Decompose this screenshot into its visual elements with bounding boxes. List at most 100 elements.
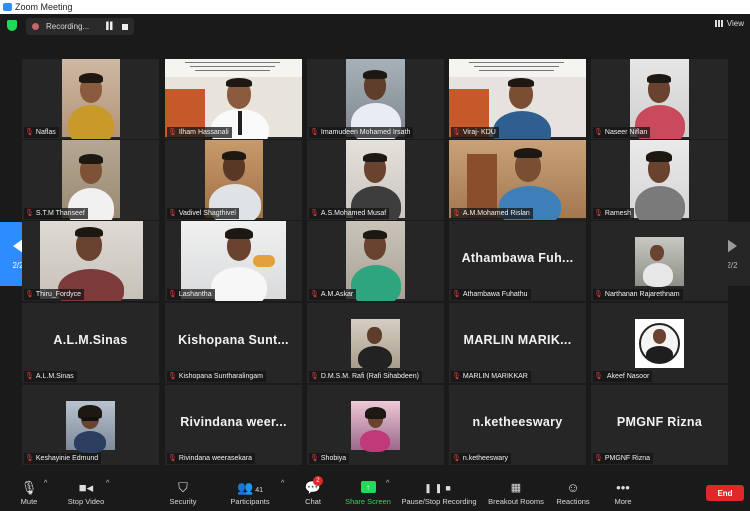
end-meeting-button[interactable]: End <box>706 485 744 501</box>
pause-recording-icon[interactable]: ▌▌ <box>106 23 115 30</box>
breakout-rooms-grid-icon: ▦ <box>510 482 522 494</box>
security-shield-icon[interactable] <box>7 20 17 31</box>
participant-tile[interactable]: 🎙 Vadivel Shagthivel <box>165 140 302 220</box>
muted-mic-icon: 🎙 <box>168 129 177 136</box>
participant-tile[interactable]: PMGNF Rizna 🎙 PMGNF Rizna <box>591 385 728 465</box>
page-indicator-right: 2/2 <box>726 260 738 270</box>
participant-name: Lashantha <box>178 291 212 298</box>
participant-name-tag: 🎙 Shobiya <box>309 453 350 464</box>
share-options-caret-icon[interactable]: ^ <box>386 480 389 487</box>
participant-tile[interactable]: 🎙 Narthanan Rajarethnam <box>591 221 728 301</box>
muted-mic-icon: 🎙 <box>168 455 177 462</box>
participants-button[interactable]: 👥 41 Participants <box>225 466 275 511</box>
participant-video <box>635 319 684 368</box>
participant-name-tag: 🎙 Naflas <box>24 127 59 138</box>
participant-tile[interactable]: 🎙 A.M.Mohamed Rislan <box>449 140 586 220</box>
chat-bubble-icon: 💬 2 <box>304 476 323 495</box>
participant-name-tag: 🎙 Kishopana Suntharalingam <box>167 371 266 382</box>
muted-mic-icon: 🎙 <box>594 291 603 298</box>
participant-tile[interactable]: 🎙 Viraj- KDU <box>449 59 586 139</box>
participant-tile[interactable]: 🎙 Keshayinie Edmund <box>22 385 159 465</box>
participant-video <box>449 59 586 139</box>
participant-name-tag: 🎙 Athambawa Fuhathu <box>451 289 531 300</box>
mute-label: Mute <box>20 497 38 506</box>
participant-tile[interactable]: 🎙 D.M.S.M. Rafi (Rafi Sihabdeen) <box>307 303 444 383</box>
audio-options-caret-icon[interactable]: ^ <box>44 480 47 487</box>
security-button[interactable]: ⛉ Security <box>164 466 202 511</box>
participant-count: 41 <box>255 487 263 494</box>
participant-name: Imamudeen Mohamed Irsath <box>320 129 411 136</box>
participant-name-tag: 🎙 MARLIN MARIKKAR <box>451 371 531 382</box>
participant-name: Ramesh <box>604 210 631 217</box>
participant-video <box>635 237 684 287</box>
more-button[interactable]: ••• More <box>610 466 636 511</box>
participant-video <box>449 140 586 220</box>
participant-tile[interactable]: n.ketheeswary 🎙 n.ketheeswary <box>449 385 586 465</box>
muted-mic-icon: 🎙 <box>452 455 461 462</box>
mute-button[interactable]: 🎙 Mute <box>14 466 44 511</box>
muted-mic-icon: 🎙 <box>310 373 319 380</box>
participant-tile[interactable]: 🎙 Thiru_Fordyce <box>22 221 159 301</box>
participant-tile[interactable]: 🎙 Lashantha <box>165 221 302 301</box>
pause-stop-recording-button[interactable]: ❚❚■ Pause/Stop Recording <box>401 466 477 511</box>
muted-mic-icon: 🎙 <box>452 129 461 136</box>
stop-video-button[interactable]: ■◂ Stop Video <box>62 466 110 511</box>
participant-video <box>351 401 400 452</box>
participant-name: PMGNF Rizna <box>604 455 651 462</box>
participant-video <box>165 59 302 139</box>
participant-video <box>66 401 115 453</box>
view-button[interactable]: View <box>714 19 744 28</box>
chat-button[interactable]: 💬 2 Chat <box>300 466 326 511</box>
participant-name-tag: 🎙 Naseer Niflan <box>593 127 651 138</box>
participant-name-tag: 🎙 Akeef Nasoor <box>593 371 653 382</box>
video-options-caret-icon[interactable]: ^ <box>106 480 109 487</box>
participant-tile[interactable]: Rivindana weer... 🎙 Rivindana weerasekara <box>165 385 302 465</box>
participant-name-tag: 🎙 A.S.Mohamed Musaf <box>309 208 390 219</box>
pause-stop-icon: ❚❚■ <box>424 483 454 493</box>
breakout-rooms-button[interactable]: ▦ Breakout Rooms <box>487 466 545 511</box>
stop-recording-icon[interactable] <box>122 23 128 30</box>
window-titlebar: Zoom Meeting <box>0 0 750 14</box>
participant-video <box>346 221 405 301</box>
participant-name: D.M.S.M. Rafi (Rafi Sihabdeen) <box>320 373 419 380</box>
share-screen-arrow-icon: ↑ <box>360 481 376 493</box>
participant-tile[interactable]: 🎙 Ilham Hassanali <box>165 59 302 139</box>
view-label: View <box>726 19 744 28</box>
muted-mic-icon: 🎙 <box>25 291 34 298</box>
participant-name-placeholder: PMGNF Rizna <box>616 415 703 429</box>
participant-tile[interactable]: 🎙 A.S.Mohamed Musaf <box>307 140 444 220</box>
participant-name: Rivindana weerasekara <box>178 455 253 462</box>
participant-video <box>630 140 689 220</box>
participant-tile[interactable]: 🎙 Naflas <box>22 59 159 139</box>
participant-tile[interactable]: Athambawa Fuh... 🎙 Athambawa Fuhathu <box>449 221 586 301</box>
muted-mic-icon: 🎙 <box>452 291 461 298</box>
participant-tile[interactable]: 🎙 Akeef Nasoor <box>591 303 728 383</box>
participant-name-tag: 🎙 A.M.Mohamed Rislan <box>451 208 533 219</box>
participant-name-tag: 🎙 Lashantha <box>167 289 215 300</box>
participant-tile[interactable]: Kishopana Sunt... 🎙 Kishopana Suntharalin… <box>165 303 302 383</box>
participant-name: Vadivel Shagthivel <box>178 210 236 217</box>
participant-name-tag: 🎙 Narthanan Rajarethnam <box>593 289 683 300</box>
recording-label: Recording... <box>46 22 90 31</box>
participant-name-placeholder: Rivindana weer... <box>180 415 287 429</box>
more-label: More <box>614 497 632 506</box>
participant-name-tag: 🎙 Imamudeen Mohamed Irsath <box>309 127 414 138</box>
participant-name-tag: 🎙 Ramesh <box>593 208 634 219</box>
participant-tile[interactable]: 🎙 Ramesh <box>591 140 728 220</box>
participant-name: MARLIN MARIKKAR <box>462 373 528 380</box>
participant-tile[interactable]: 🎙 Imamudeen Mohamed Irsath <box>307 59 444 139</box>
muted-mic-icon: 🎙 <box>310 455 319 462</box>
participant-tile[interactable]: A.L.M.Sinas 🎙 A.L.M.Sinas <box>22 303 159 383</box>
participant-name: Kishopana Suntharalingam <box>178 373 263 380</box>
share-screen-button[interactable]: ↑ Share Screen <box>343 466 393 511</box>
participant-tile[interactable]: 🎙 Shobiya <box>307 385 444 465</box>
participants-options-caret-icon[interactable]: ^ <box>281 480 284 487</box>
reactions-button[interactable]: ☺ Reactions <box>555 466 591 511</box>
muted-mic-icon: 🎙 <box>594 210 603 217</box>
participant-tile[interactable]: MARLIN MARIK... 🎙 MARLIN MARIKKAR <box>449 303 586 383</box>
participant-tile[interactable]: 🎙 S.T.M Thanseef <box>22 140 159 220</box>
participant-name-tag: 🎙 Keshayinie Edmund <box>24 453 102 464</box>
participant-name: A.L.M.Sinas <box>35 373 74 380</box>
participant-tile[interactable]: 🎙 A.M.Askar <box>307 221 444 301</box>
participant-tile[interactable]: 🎙 Naseer Niflan <box>591 59 728 139</box>
